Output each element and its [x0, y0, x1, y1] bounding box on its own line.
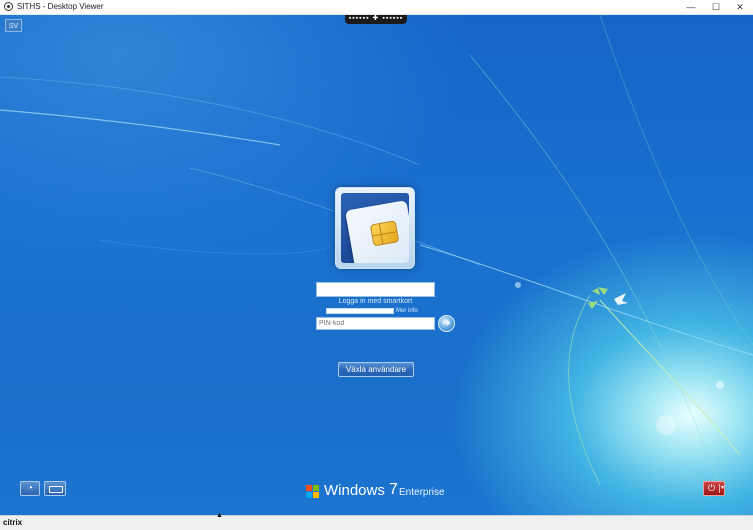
login-method-label: Logga in med smartkort: [338, 298, 413, 305]
citrix-logo: citrix: [3, 518, 23, 527]
power-button-divider: [719, 484, 720, 493]
keyboard-icon: [49, 486, 63, 493]
viewer-toolbar-handle[interactable]: ▪▪▪▪▪▪ ✚ ▪▪▪▪▪▪: [345, 15, 407, 24]
power-icon: ⏻: [708, 483, 716, 493]
windows-flag-logo: [306, 485, 320, 498]
remote-desktop: ▪▪▪▪▪▪ ✚ ▪▪▪▪▪▪ SV Logga in med smartkor…: [0, 15, 753, 515]
viewer-status-bar: citrix: [0, 515, 753, 530]
submit-arrow-button[interactable]: ➜: [438, 315, 455, 332]
product-name: Windows: [324, 482, 385, 499]
smartcard-tile[interactable]: [335, 187, 415, 269]
more-info-link[interactable]: Mer info: [396, 307, 418, 315]
shutdown-button[interactable]: ⏻ ▾: [703, 481, 725, 496]
product-edition: Enterprise: [399, 487, 445, 498]
pin-input[interactable]: [316, 317, 435, 330]
window-title: SITHS - Desktop Viewer: [17, 2, 104, 11]
close-button[interactable]: ✕: [728, 0, 752, 14]
switch-user-button[interactable]: Växla användare: [338, 362, 414, 377]
smartcard-tile-background: [341, 193, 409, 263]
mouse-cursor-icon: ▲: [216, 512, 223, 519]
maximize-button[interactable]: ☐: [704, 0, 728, 14]
ease-of-access-button[interactable]: ◔: [20, 481, 40, 496]
viewer-app-icon: [4, 2, 13, 11]
power-menu-arrow-icon[interactable]: ▾: [721, 482, 724, 495]
username-field: [316, 282, 435, 297]
product-version: 7: [389, 481, 398, 498]
viewer-title-bar: SITHS - Desktop Viewer — ☐ ✕: [0, 0, 753, 15]
language-badge[interactable]: SV: [5, 19, 22, 32]
domain-field: [326, 308, 394, 314]
smartcard-icon: [345, 200, 409, 263]
minimize-button[interactable]: —: [679, 0, 703, 14]
smartcard-chip-icon: [369, 220, 400, 247]
on-screen-keyboard-button[interactable]: [44, 481, 66, 496]
